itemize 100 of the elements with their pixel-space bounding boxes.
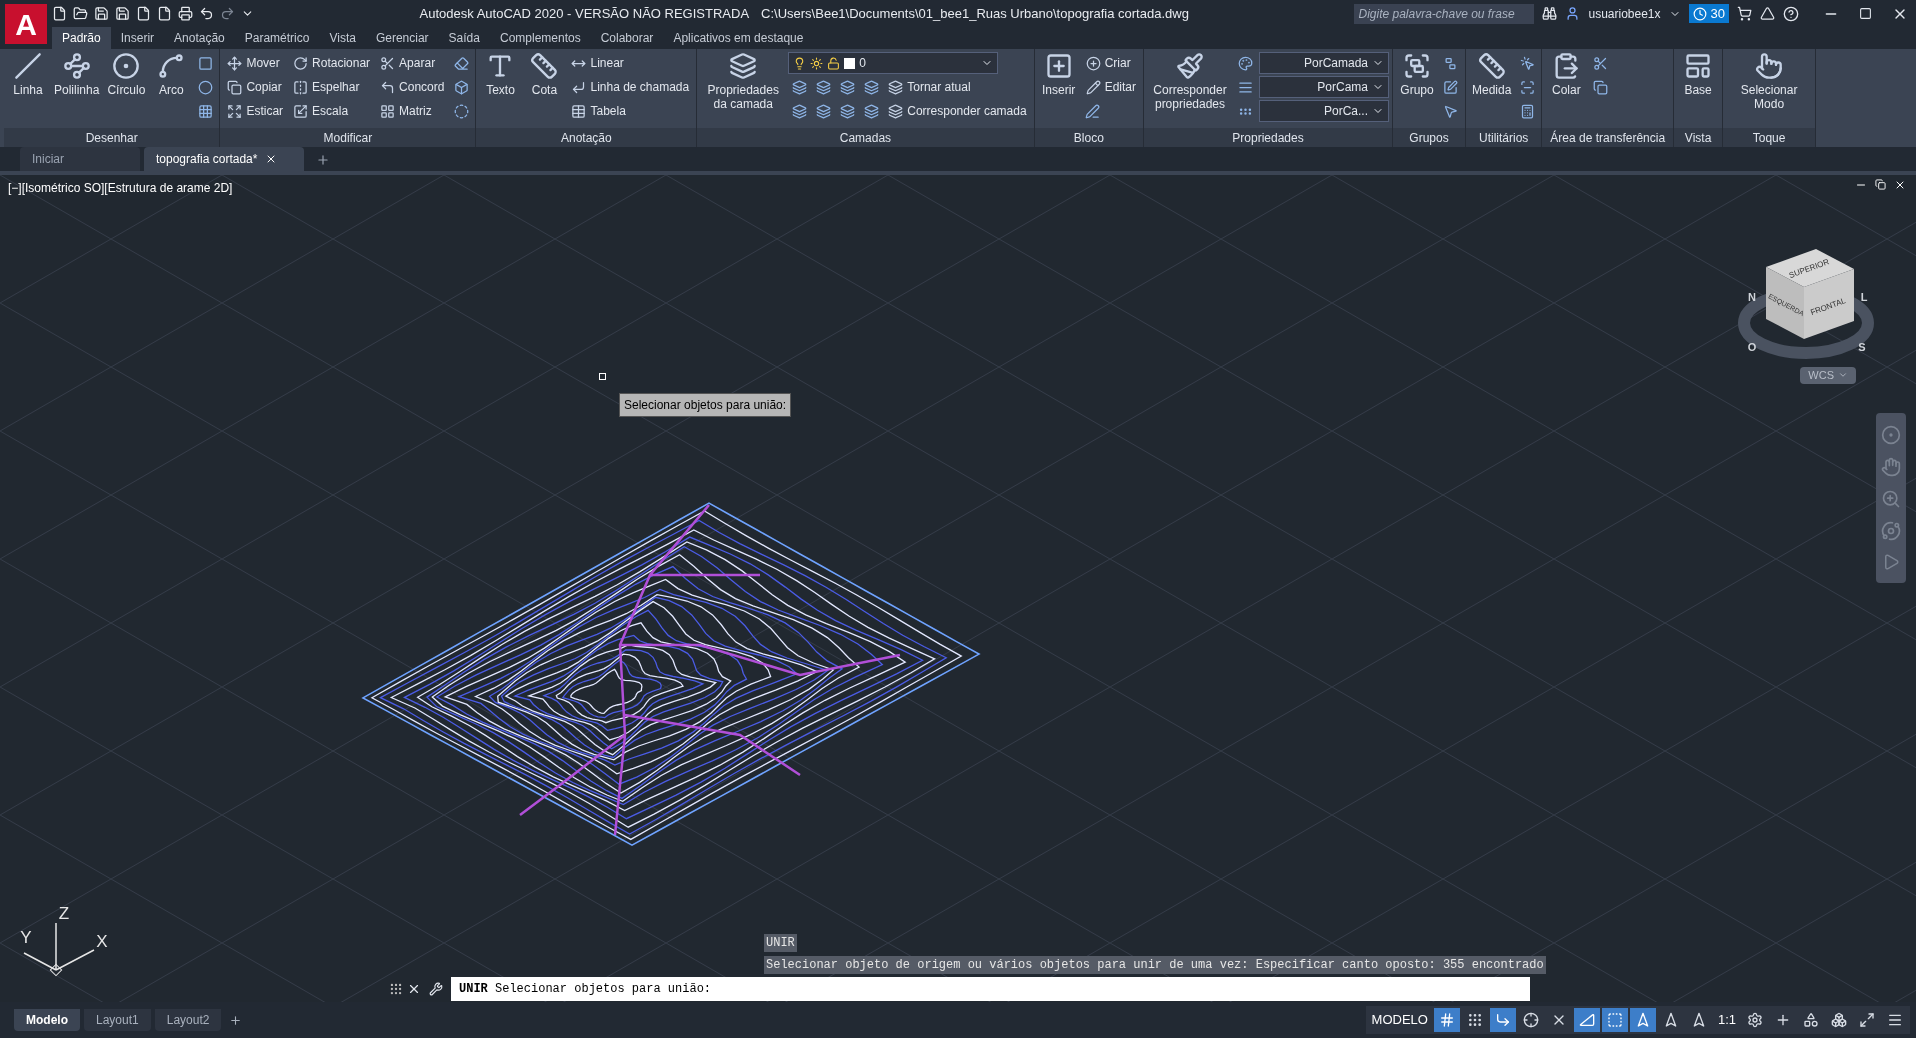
panel-title[interactable]: Camadas xyxy=(697,128,1034,147)
layers-icon xyxy=(729,52,758,80)
tool-button[interactable]: Base xyxy=(1677,52,1720,97)
panel-title[interactable]: Bloco xyxy=(1034,128,1143,147)
tool-button[interactable]: Tornar atual xyxy=(884,76,1031,98)
match-properties-icon xyxy=(1176,52,1204,80)
print-icon[interactable] xyxy=(178,6,193,21)
redo-icon[interactable] xyxy=(220,6,235,21)
status-toggle[interactable] xyxy=(1433,1008,1460,1032)
layer-dropdown[interactable]: 0 xyxy=(788,52,999,74)
file-tab[interactable]: Iniciar xyxy=(20,147,140,171)
tool-button[interactable]: Círculo xyxy=(104,52,149,97)
tool-button[interactable]: Linha xyxy=(7,52,49,97)
connect-icon[interactable] xyxy=(1760,6,1775,21)
tool-button[interactable]: Aparar xyxy=(376,52,449,74)
help-icon[interactable] xyxy=(1783,5,1799,22)
tool-button[interactable]: Medida xyxy=(1469,52,1515,97)
export-icon[interactable] xyxy=(136,6,151,21)
rectangle-icon xyxy=(197,55,213,71)
ribbon-tab[interactable]: Saída xyxy=(438,27,490,49)
ribbon-tab[interactable]: Gerenciar xyxy=(365,27,439,49)
plot-icon[interactable] xyxy=(157,6,172,21)
undo-icon[interactable] xyxy=(199,6,214,21)
tool-button[interactable]: Inserir xyxy=(1037,52,1080,97)
tool-button[interactable]: Espelhar xyxy=(289,76,375,98)
tool-button[interactable]: Propriedades da camada xyxy=(700,52,787,111)
viewport-label[interactable]: [−][Isométrico SO][Estrutura de arame 2D] xyxy=(8,179,233,197)
tool-button[interactable]: Linha de chamada xyxy=(567,76,694,98)
grip-icon[interactable] xyxy=(389,982,403,996)
ribbon-tab[interactable]: Paramétrico xyxy=(234,27,320,49)
status-toggle[interactable] xyxy=(1629,1008,1656,1032)
close-icon[interactable] xyxy=(1894,179,1906,191)
status-toggle[interactable] xyxy=(1601,1008,1628,1032)
measure-icon xyxy=(1477,52,1506,80)
status-button[interactable]: 1:1 xyxy=(1713,1010,1740,1030)
user-name[interactable]: usuariobee1x xyxy=(1588,4,1661,23)
search-field[interactable]: Digite palavra-chave ou frase xyxy=(1354,3,1535,24)
layout-tab[interactable]: Layout1 xyxy=(84,1009,151,1031)
panel-title[interactable]: Grupos xyxy=(1393,128,1465,147)
ribbon-tab[interactable]: Vista xyxy=(319,27,366,49)
panel-title[interactable]: Área de transferência xyxy=(1542,128,1674,147)
ribbon-tab[interactable]: Colaborar xyxy=(590,27,664,49)
file-tab[interactable]: topografia cortada* xyxy=(144,147,304,171)
close-icon[interactable] xyxy=(407,982,421,996)
tool-button[interactable]: Mover xyxy=(223,52,288,74)
status-toggle[interactable] xyxy=(1573,1008,1600,1032)
binoculars-icon[interactable] xyxy=(1542,6,1558,21)
trial-badge[interactable]: 30 xyxy=(1688,3,1729,24)
tool-button[interactable]: Cota xyxy=(523,52,566,97)
tool-button[interactable]: Criar xyxy=(1081,52,1140,74)
tool-button[interactable]: Tabela xyxy=(567,100,694,122)
ribbon-tab[interactable]: Aplicativos em destaque xyxy=(663,27,814,49)
new-tab-icon[interactable] xyxy=(316,153,330,167)
maximize-icon[interactable] xyxy=(1859,7,1872,20)
tool-button[interactable]: Colar xyxy=(1545,52,1588,97)
tool-button[interactable]: Linear xyxy=(567,52,694,74)
panel-title[interactable]: Anotação xyxy=(476,128,697,147)
tool-button[interactable]: Corresponder propriedades xyxy=(1147,52,1233,111)
tool-button[interactable]: Matriz xyxy=(376,100,449,122)
property-dropdown[interactable]: PorCa... xyxy=(1259,100,1389,122)
lock-icon xyxy=(827,56,841,70)
status-button[interactable]: MODELO xyxy=(1367,1010,1432,1030)
layout-tab[interactable]: Layout2 xyxy=(154,1009,222,1031)
tool-button[interactable]: Concord xyxy=(376,76,449,98)
tool-button[interactable]: Grupo xyxy=(1396,52,1438,97)
tool-button[interactable]: Texto xyxy=(479,52,522,97)
cart-icon[interactable] xyxy=(1737,6,1752,21)
panel-title[interactable]: Desenhar xyxy=(4,128,220,147)
open-folder-icon[interactable] xyxy=(73,6,88,21)
new-file-icon[interactable] xyxy=(52,6,67,21)
tool-button[interactable]: Arco xyxy=(150,52,193,97)
panel-title[interactable]: Utilitários xyxy=(1466,128,1542,147)
panel-title[interactable]: Toque xyxy=(1723,128,1816,147)
tool-button[interactable]: Editar xyxy=(1081,76,1140,98)
property-dropdown[interactable]: PorCamada xyxy=(1259,52,1389,74)
layout-tab[interactable]: Modelo xyxy=(14,1009,80,1031)
save-icon[interactable] xyxy=(94,6,109,21)
ribbon-tab[interactable]: Complementos xyxy=(489,27,591,49)
tool-button[interactable]: Rotacionar xyxy=(289,52,375,74)
fillet-icon xyxy=(380,79,396,95)
panel-title[interactable]: Propriedades xyxy=(1144,128,1392,147)
save-as-icon[interactable] xyxy=(115,6,130,21)
tool-button[interactable]: Escala xyxy=(289,100,375,122)
tool-button[interactable]: Esticar xyxy=(223,100,288,122)
ribbon-tab[interactable]: Padrão xyxy=(52,27,111,49)
property-dropdown[interactable]: PorCama xyxy=(1259,76,1389,98)
status-toggle[interactable] xyxy=(1489,1008,1516,1032)
app-menu-button[interactable]: A xyxy=(5,4,47,44)
ribbon-tab[interactable]: Anotação xyxy=(164,27,235,49)
add-layout-icon[interactable] xyxy=(229,1013,243,1027)
panel-title[interactable]: Modificar xyxy=(220,128,476,147)
drawing-viewport[interactable] xyxy=(0,175,1916,1002)
restore-icon[interactable] xyxy=(1875,179,1886,190)
wrench-icon[interactable] xyxy=(429,982,443,996)
tool-button[interactable]: Copiar xyxy=(223,76,288,98)
tool-button[interactable]: Selecionar Modo xyxy=(1726,52,1813,111)
tool-button[interactable]: Polilinha xyxy=(51,52,103,97)
panel-title[interactable]: Vista xyxy=(1674,128,1723,147)
tool-button[interactable]: Corresponder camada xyxy=(884,100,1031,122)
ribbon-tab[interactable]: Inserir xyxy=(110,27,165,49)
